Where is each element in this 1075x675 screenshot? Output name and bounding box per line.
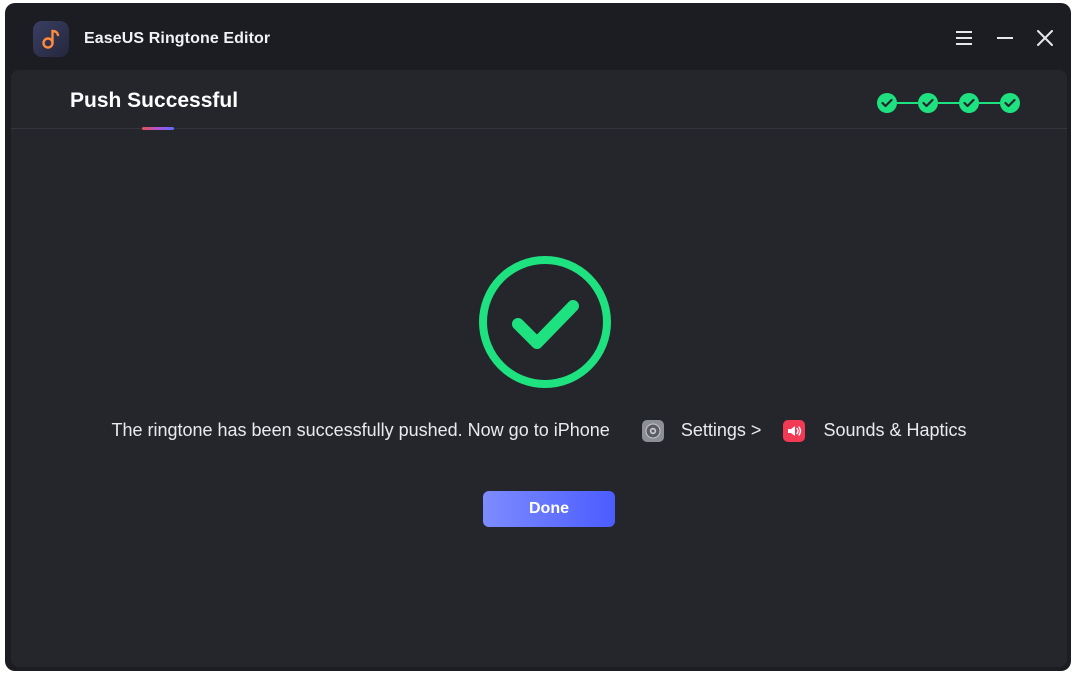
step-connector — [938, 102, 959, 104]
app-title: EaseUS Ringtone Editor — [84, 30, 271, 47]
title-bar: EaseUS Ringtone Editor — [5, 3, 1071, 65]
settings-gear-icon — [641, 420, 664, 443]
success-check-circle-icon — [479, 256, 611, 388]
minimize-icon — [997, 37, 1013, 39]
step-1-check-icon — [877, 93, 897, 113]
minimize-button[interactable] — [993, 26, 1017, 50]
step-3-check-icon — [959, 93, 979, 113]
music-note-logo-icon — [33, 21, 69, 57]
message-text: The ringtone has been successfully pushe… — [111, 420, 610, 440]
step-connector — [897, 102, 918, 104]
speaker-icon — [783, 420, 806, 443]
progress-steps — [877, 91, 1020, 115]
app-window: EaseUS Ringtone Editor Push Successful T… — [5, 3, 1071, 671]
menu-button[interactable] — [952, 26, 976, 50]
page-title: Push Successful — [70, 89, 239, 112]
panel-header: Push Successful — [11, 70, 1067, 130]
hamburger-icon — [956, 31, 972, 45]
content-panel: Push Successful The ringtone has been su… — [11, 70, 1067, 667]
settings-label: Settings > — [680, 420, 762, 440]
done-button[interactable]: Done — [483, 491, 615, 527]
instruction-message: The ringtone has been successfully pushe… — [11, 420, 1067, 443]
title-underline — [142, 127, 174, 130]
step-2-check-icon — [918, 93, 938, 113]
close-button[interactable] — [1033, 26, 1057, 50]
step-4-check-icon — [1000, 93, 1020, 113]
close-icon — [1037, 30, 1053, 46]
sounds-haptics-label: Sounds & Haptics — [823, 420, 967, 440]
step-connector — [979, 102, 1000, 104]
